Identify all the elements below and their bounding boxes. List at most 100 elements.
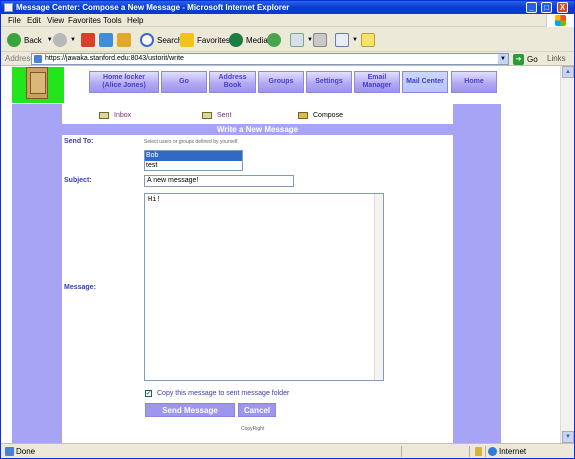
messenger-icon — [361, 33, 375, 47]
recipient-option[interactable]: test — [145, 161, 242, 171]
status-bar: Done Internet — [1, 443, 574, 458]
page-done-icon — [5, 447, 14, 456]
history-button[interactable] — [267, 31, 281, 49]
minimize-button[interactable]: _ — [526, 2, 537, 13]
maximize-button[interactable]: □ — [541, 2, 552, 13]
media-icon — [229, 33, 243, 47]
media-button[interactable]: Media — [229, 31, 268, 49]
printer-icon — [313, 33, 327, 47]
lock-icon[interactable] — [475, 447, 482, 456]
send-message-button[interactable]: Send Message — [145, 403, 235, 417]
nav-home[interactable]: Home — [451, 71, 497, 93]
page-viewport: Home locker (Alice Jones) Go Address Boo… — [1, 66, 574, 443]
message-textarea[interactable]: Hi! — [144, 193, 384, 381]
sent-link[interactable]: Sent — [202, 110, 231, 120]
ie-page-icon — [4, 3, 13, 12]
page-icon — [34, 55, 42, 63]
stop-button[interactable] — [81, 31, 95, 49]
star-icon — [180, 33, 194, 47]
menu-edit[interactable]: Edit — [27, 16, 41, 25]
nav-home-locker[interactable]: Home locker (Alice Jones) — [89, 71, 159, 93]
go-button[interactable]: ➜ Go — [513, 53, 538, 65]
home-icon — [117, 33, 131, 47]
mail-button[interactable]: ▼ — [290, 31, 313, 49]
close-button[interactable]: X — [557, 2, 568, 13]
toolbar: Back ▼ ▼ Search Favorites Media ▼ ▼ — [1, 28, 574, 52]
status-divider — [469, 446, 470, 457]
sent-icon — [202, 111, 212, 119]
address-url[interactable]: https://jawaka.stanford.edu:8043/ustorit… — [45, 55, 184, 62]
menu-help[interactable]: Help — [127, 16, 143, 25]
favorites-button[interactable]: Favorites — [180, 31, 230, 49]
menu-favorites[interactable]: Favorites — [68, 16, 101, 25]
edit-page-icon — [335, 33, 349, 47]
compose-icon — [298, 111, 308, 119]
messenger-button[interactable] — [361, 31, 375, 49]
inbox-icon — [99, 111, 109, 119]
recipient-hint: Select users or groups defined by yourse… — [144, 139, 239, 145]
page-scrollbar[interactable]: ▲ ▼ — [560, 66, 574, 443]
nav-email-manager[interactable]: Email Manager — [354, 71, 400, 93]
address-dropdown-icon[interactable]: ▼ — [498, 54, 508, 64]
forward-button[interactable]: ▼ — [53, 31, 76, 49]
message-text: Hi! — [148, 196, 161, 204]
internet-zone-icon — [488, 447, 497, 456]
browser-window: Message Center: Compose a New Message - … — [0, 0, 575, 459]
nav-settings[interactable]: Settings — [306, 71, 352, 93]
status-divider — [485, 446, 486, 457]
forward-dropdown-icon[interactable]: ▼ — [70, 37, 76, 43]
locker-logo[interactable] — [12, 67, 64, 103]
scroll-up-icon[interactable]: ▲ — [562, 66, 574, 78]
mail-icon — [290, 33, 304, 47]
home-button[interactable] — [117, 31, 131, 49]
back-button[interactable]: Back ▼ — [7, 31, 53, 49]
locker-icon — [26, 67, 48, 99]
menu-view[interactable]: View — [47, 16, 64, 25]
print-button[interactable] — [313, 31, 327, 49]
search-button[interactable]: Search — [140, 31, 182, 49]
copy-checkbox[interactable]: ✔ — [145, 390, 152, 397]
window-title: Message Center: Compose a New Message - … — [16, 3, 290, 12]
compose-link[interactable]: Compose — [298, 110, 343, 120]
windows-flag-icon — [555, 15, 566, 26]
form-header: Write a New Message — [62, 124, 453, 135]
inbox-link[interactable]: Inbox — [99, 110, 131, 120]
copyright-text: CopyRight — [241, 426, 265, 432]
subject-label: Subject: — [64, 177, 92, 184]
menu-bar: File Edit View Favorites Tools Help — [1, 14, 574, 27]
nav-mail-center[interactable]: Mail Center — [402, 71, 448, 93]
send-to-label: Send To: — [64, 138, 94, 145]
address-input[interactable]: https://jawaka.stanford.edu:8043/ustorit… — [31, 53, 509, 65]
nav-go[interactable]: Go — [161, 71, 207, 93]
cancel-button[interactable]: Cancel — [238, 403, 276, 417]
back-arrow-icon — [7, 33, 21, 47]
scroll-down-icon[interactable]: ▼ — [562, 431, 574, 443]
menu-tools[interactable]: Tools — [103, 16, 122, 25]
address-bar: Address https://jawaka.stanford.edu:8043… — [1, 52, 574, 66]
history-icon — [267, 33, 281, 47]
message-scrollbar[interactable] — [374, 194, 383, 380]
windows-logo — [546, 14, 574, 27]
subject-input[interactable]: A new message! — [144, 175, 294, 187]
go-arrow-icon: ➜ — [513, 53, 524, 65]
status-divider — [401, 446, 402, 457]
edit-dropdown-icon[interactable]: ▼ — [352, 37, 358, 43]
recipient-option[interactable]: Bob — [145, 151, 242, 161]
nav-address-book[interactable]: Address Book — [209, 71, 256, 93]
message-label: Message: — [64, 284, 96, 291]
right-sidebar — [453, 104, 501, 443]
stop-icon — [81, 33, 95, 47]
refresh-icon — [99, 33, 113, 47]
title-bar[interactable]: Message Center: Compose a New Message - … — [1, 1, 574, 14]
links-button[interactable]: Links — [547, 54, 566, 63]
security-zone-text: Internet — [499, 447, 527, 456]
recipient-listbox[interactable]: Bob test — [144, 150, 243, 171]
nav-groups[interactable]: Groups — [258, 71, 304, 93]
back-dropdown-icon[interactable]: ▼ — [47, 37, 53, 43]
edit-button[interactable]: ▼ — [335, 31, 358, 49]
search-icon — [140, 33, 154, 47]
address-label: Address — [5, 54, 35, 63]
status-text: Done — [16, 447, 36, 456]
menu-file[interactable]: File — [8, 16, 21, 25]
refresh-button[interactable] — [99, 31, 113, 49]
